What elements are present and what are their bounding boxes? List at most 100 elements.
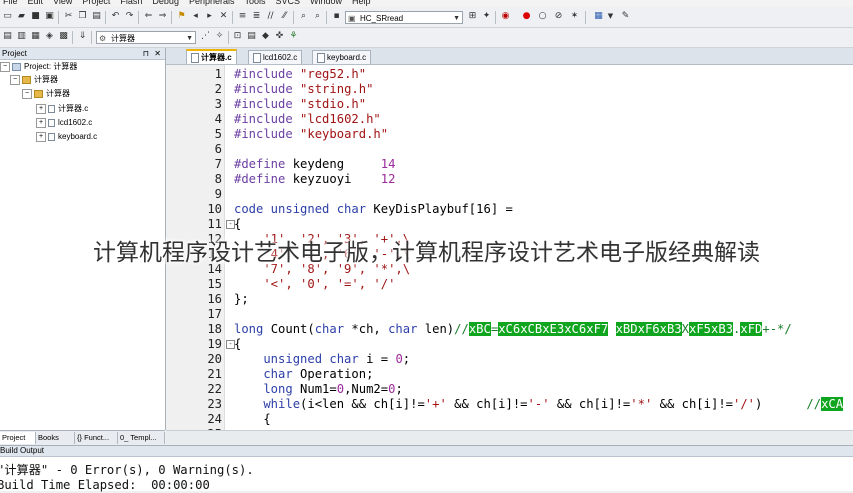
code-line[interactable]: 8 #define keyzuoyi 12	[166, 172, 853, 187]
target-options-icon[interactable]: ⋰	[200, 31, 211, 42]
menu-item[interactable]: Help	[352, 0, 371, 6]
tab-file-keyboard[interactable]: keyboard.c	[312, 50, 372, 64]
code-line[interactable]: 20 unsigned char i = 0;	[166, 352, 853, 367]
breakpoint-icon[interactable]: ●	[521, 11, 532, 22]
code-line[interactable]: 3 #include "stdio.h"	[166, 97, 853, 112]
select-pack-icon[interactable]: ✜	[274, 31, 285, 42]
breakpoint-outline-icon[interactable]: ○	[537, 11, 548, 22]
manage-icon[interactable]: ▤	[246, 31, 257, 42]
stop-build-icon[interactable]: ▩	[58, 31, 69, 42]
rebuild-icon[interactable]: ▦	[30, 31, 41, 42]
code-line[interactable]: 22 long Num1=0,Num2=0;	[166, 382, 853, 397]
disable-breakpoints-icon[interactable]: ⊘	[553, 11, 564, 22]
project-root-node[interactable]: − Project: 计算器	[0, 61, 77, 73]
menu-item[interactable]: Flash	[120, 0, 142, 6]
menu-item[interactable]: Project	[82, 0, 110, 6]
translate-icon[interactable]: ▤	[2, 31, 13, 42]
code-line[interactable]: 16};	[166, 292, 853, 307]
code-line[interactable]: 6	[166, 142, 853, 157]
bookmark-icon[interactable]: ⚑	[176, 11, 187, 22]
tab-file-main[interactable]: 计算器.c	[186, 49, 237, 64]
code-line[interactable]: 4 #include "lcd1602.h"	[166, 112, 853, 127]
menu-item[interactable]: Window	[310, 0, 342, 6]
find-icon[interactable]: ⌕	[312, 11, 323, 22]
build-icon[interactable]: ▥	[16, 31, 27, 42]
cut-icon[interactable]: ✂	[63, 11, 74, 22]
collapse-icon[interactable]: −	[22, 88, 32, 99]
configure-icon[interactable]: ✎	[620, 11, 631, 22]
code-line[interactable]: 24 {	[166, 412, 853, 427]
new-file-icon[interactable]: ▭	[2, 11, 13, 22]
download-icon[interactable]: ⇓	[77, 31, 88, 42]
file-node[interactable]: + keyboard.c	[36, 131, 97, 143]
menu-item[interactable]: Edit	[28, 0, 44, 6]
expand-icon[interactable]: +	[36, 117, 46, 128]
file-node[interactable]: + 计算器.c	[36, 103, 88, 115]
copy-icon[interactable]: ❐	[77, 11, 88, 22]
code-line[interactable]: 18 long Count(char *ch, char len)//xBC=xC…	[166, 322, 853, 337]
tab-project[interactable]: Project	[0, 432, 36, 444]
open-folder-icon[interactable]: ▰	[16, 11, 27, 22]
chevron-down-icon[interactable]: ▼	[453, 12, 460, 25]
comment-icon[interactable]: //	[265, 11, 276, 22]
save-all-icon[interactable]: ▣	[44, 11, 55, 22]
tab-books[interactable]: Books	[36, 432, 75, 444]
options-wand-icon[interactable]: ✧	[214, 31, 225, 42]
next-bookmark-icon[interactable]: ▸	[204, 11, 215, 22]
kill-breakpoints-icon[interactable]: ✶	[569, 11, 580, 22]
clear-bookmarks-icon[interactable]: ✕	[218, 11, 229, 22]
code-line[interactable]: 11-{	[166, 217, 853, 232]
code-line[interactable]: 21 char Operation;	[166, 367, 853, 382]
code-line[interactable]: 15 '<', '0', '=', '/'	[166, 277, 853, 292]
menu-item[interactable]: SVCS	[276, 0, 301, 6]
nav-forward-icon[interactable]: ⇒	[157, 11, 168, 22]
code-line[interactable]: 10 code unsigned char KeyDisPlaybuf[16] =	[166, 202, 853, 217]
tab-functions[interactable]: {} Funct...	[75, 432, 118, 444]
code-line[interactable]: 9	[166, 187, 853, 202]
code-line[interactable]: 5 #include "keyboard.h"	[166, 127, 853, 142]
window-layout-icon[interactable]: ▦	[593, 11, 604, 22]
group-node[interactable]: − 计算器	[22, 88, 70, 100]
save-icon[interactable]: ■	[30, 11, 41, 22]
redo-icon[interactable]: ↷	[124, 11, 135, 22]
file-node[interactable]: + lcd1602.c	[36, 117, 92, 129]
incremental-find-icon[interactable]: ▪	[331, 11, 342, 22]
prev-bookmark-icon[interactable]: ◂	[190, 11, 201, 22]
batch-build-icon[interactable]: ◈	[44, 31, 55, 42]
run-time-env-icon[interactable]: ⚘	[288, 31, 299, 42]
pin-icon[interactable]: ⊓	[143, 48, 149, 59]
chevron-down-icon[interactable]: ▼	[186, 32, 193, 45]
menu-item[interactable]: File	[3, 0, 18, 6]
horizontal-scrollbar[interactable]	[166, 430, 853, 445]
code-line[interactable]: 2 #include "string.h"	[166, 82, 853, 97]
find-next-icon[interactable]: ⊞	[467, 11, 478, 22]
code-line[interactable]: 17	[166, 307, 853, 322]
nav-back-icon[interactable]: ⇐	[143, 11, 154, 22]
pack-installer-icon[interactable]: ◆	[260, 31, 271, 42]
expand-icon[interactable]: +	[36, 103, 46, 114]
wizard-icon[interactable]: ✦	[481, 11, 492, 22]
code-line[interactable]: 19-{	[166, 337, 853, 352]
menu-item[interactable]: Debug	[152, 0, 179, 6]
menu-item[interactable]: View	[53, 0, 72, 6]
debug-start-icon[interactable]: ◉	[500, 11, 511, 22]
code-line[interactable]: 1 #include "reg52.h"	[166, 67, 853, 82]
expand-icon[interactable]: +	[36, 131, 46, 142]
file-extensions-icon[interactable]: ⊡	[232, 31, 243, 42]
find-in-files-icon[interactable]: ⌕	[298, 11, 309, 22]
target-select[interactable]: ⚙ 计算器 ▼	[96, 31, 196, 44]
indent-icon[interactable]: ≡	[237, 11, 248, 22]
code-line[interactable]: 7 #define keydeng 14	[166, 157, 853, 172]
collapse-icon[interactable]: −	[0, 61, 10, 72]
close-icon[interactable]: ✕	[154, 48, 161, 59]
code-line[interactable]: 23 while(i<len && ch[i]!='+' && ch[i]!='…	[166, 397, 853, 412]
paste-icon[interactable]: ▤	[91, 11, 102, 22]
menu-item[interactable]: Tools	[244, 0, 265, 6]
tab-templates[interactable]: 0_ Templ...	[118, 432, 165, 444]
target-node[interactable]: − 计算器	[10, 74, 58, 86]
target-find-combo[interactable]: ▣ HC_SRread ▼	[345, 11, 463, 24]
menu-item[interactable]: Peripherals	[189, 0, 235, 6]
unindent-icon[interactable]: ≣	[251, 11, 262, 22]
undo-icon[interactable]: ↶	[110, 11, 121, 22]
tab-file-lcd1602[interactable]: lcd1602.c	[248, 50, 303, 64]
